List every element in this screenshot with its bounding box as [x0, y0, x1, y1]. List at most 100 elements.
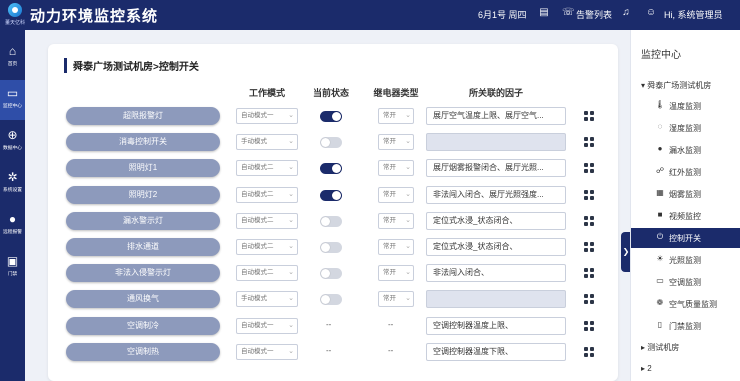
nav-item-data[interactable]: ⊕ 数据中心 [0, 122, 25, 162]
switch-name-button[interactable]: 非法入侵警示灯 [66, 264, 220, 283]
mode-select[interactable]: 自动模式一 ⌄ [236, 343, 298, 360]
grid-menu-icon[interactable] [584, 320, 594, 331]
grid-menu-icon[interactable] [584, 111, 594, 121]
factor-field[interactable]: 空调控制器温度上限、 [426, 316, 566, 335]
factor-field[interactable]: 非法闯入闭合、 [426, 264, 566, 283]
user-icon[interactable]: ☺ [645, 7, 657, 19]
switch-name-button[interactable]: 消毒控制开关 [66, 133, 220, 152]
nav-item-monitor[interactable]: ▭ 监控中心 [0, 80, 25, 120]
chevron-down-icon: ⌄ [288, 216, 294, 224]
mode-select[interactable]: 自动模式二 ⌄ [236, 239, 298, 255]
tree-item[interactable]: ● 漏水监测 [631, 140, 740, 160]
tree-item[interactable]: ⏻ 控制开关 [631, 228, 740, 248]
state-toggle[interactable] [320, 268, 342, 280]
site-label: 2 [647, 364, 652, 373]
tree-item[interactable]: ❁ 空气质量监测 [631, 294, 740, 314]
mode-select[interactable]: 自动模式二 ⌄ [236, 265, 298, 282]
mode-select[interactable]: 手动模式 ⌄ [236, 134, 298, 151]
mode-select[interactable]: 自动模式二 ⌄ [236, 212, 298, 229]
mode-select[interactable]: 自动模式一 ⌄ [236, 317, 298, 334]
switch-name-button[interactable]: 漏水警示灯 [66, 211, 220, 230]
tree-item[interactable]: ▯ 门禁监测 [631, 316, 740, 336]
relay-select[interactable]: 常开 ⌄ [378, 108, 414, 124]
alarm-list-link[interactable]: 告警列表 [576, 8, 612, 21]
tree-item[interactable]: ▦ 烟雾监测 [631, 184, 740, 204]
door-icon: ▣ [6, 254, 19, 268]
switch-name-button[interactable]: 空调制热 [66, 342, 220, 361]
mode-select[interactable]: 自动模式二 ⌄ [236, 186, 298, 203]
grid-menu-icon[interactable] [584, 242, 594, 252]
factor-field[interactable]: 空调控制器温度下限、 [426, 342, 566, 361]
factor-field[interactable]: 展厅空气温度上限、展厅空气... [426, 107, 566, 125]
mode-value: 自动模式二 [241, 269, 274, 277]
tree-item[interactable]: ☀ 光照监测 [631, 250, 740, 270]
switch-name-button[interactable]: 超限报警灯 [66, 107, 220, 125]
relay-select[interactable]: 常开 ⌄ [378, 212, 414, 229]
relay-select[interactable]: 常开 ⌄ [378, 291, 414, 308]
nav-item-settings[interactable]: ✲ 系统设置 [0, 164, 25, 204]
switch-name-button[interactable]: 排水通道 [66, 238, 220, 256]
tree-item[interactable]: ■ 视频监控 [631, 206, 740, 226]
panel-title: 监控中心 [641, 50, 681, 61]
mode-select[interactable]: 手动模式 ⌄ [236, 291, 298, 308]
grid-menu-icon[interactable] [584, 268, 594, 279]
state-toggle[interactable] [320, 189, 342, 201]
tree-item[interactable]: ▭ 空调监测 [631, 272, 740, 292]
mode-select[interactable]: 自动模式二 ⌄ [236, 160, 298, 177]
relay-value: 常开 [383, 112, 396, 119]
relay-select[interactable]: 常开 ⌄ [378, 134, 414, 151]
factor-field[interactable]: 定位式水浸_状态闭合、 [426, 238, 566, 256]
factor-field[interactable] [426, 290, 566, 309]
message-icon[interactable]: ▤ [538, 7, 550, 19]
grid-menu-icon[interactable] [584, 189, 594, 200]
tree-node-2[interactable]: ▸ 2 [641, 364, 652, 373]
state-toggle[interactable] [320, 242, 342, 253]
relay-select[interactable]: 常开 ⌄ [378, 186, 414, 203]
switch-name-button[interactable]: 空调制冷 [66, 316, 220, 335]
tree-node-site[interactable]: ▾ 舜泰广场测试机房 [641, 80, 711, 91]
tree-item-label: 湿度监测 [669, 124, 701, 133]
nav-item-door[interactable]: ▣ 门禁 [0, 248, 25, 288]
factor-field[interactable]: 展厅烟雾报警闭合、展厅光照... [426, 159, 566, 178]
relay-select[interactable]: 常开 ⌄ [378, 239, 414, 255]
breadcrumb: 舜泰广场测试机房>控制开关 [64, 58, 199, 73]
mute-icon[interactable]: ♫ [620, 7, 632, 19]
switch-name-button[interactable]: 照明灯2 [66, 185, 220, 204]
grid-menu-icon[interactable] [584, 346, 594, 357]
data-icon: ⊕ [7, 128, 18, 142]
grid-menu-icon[interactable] [584, 163, 594, 174]
switch-name-button[interactable]: 通风换气 [66, 290, 220, 309]
grid-menu-icon[interactable] [584, 294, 594, 305]
factor-field[interactable] [426, 133, 566, 152]
state-toggle[interactable] [320, 137, 342, 149]
relay-select[interactable]: 常开 ⌄ [378, 160, 414, 177]
nav-label: 远程报警 [2, 229, 22, 235]
nav-item-home[interactable]: ⌂ 首页 [0, 38, 25, 78]
tree-item[interactable]: ◌ 湿度监测 [631, 118, 740, 138]
factor-field[interactable]: 非法闯入闭合、展厅光照强度... [426, 185, 566, 204]
chevron-down-icon: ⌄ [405, 164, 411, 172]
relay-select[interactable]: 常开 ⌄ [378, 265, 414, 282]
state-toggle[interactable] [320, 111, 342, 122]
toggle-knob [321, 138, 330, 148]
nav-item-remote-alarm[interactable]: ● 远程报警 [0, 206, 25, 246]
mode-value: 自动模式二 [241, 164, 274, 172]
mode-value: 自动模式一 [241, 112, 274, 119]
tree-node-test-room[interactable]: ▸ 测试机房 [641, 342, 679, 353]
state-toggle[interactable] [320, 294, 342, 306]
state-toggle[interactable] [320, 163, 342, 175]
alarm-list-icon[interactable]: ☏ [562, 7, 575, 19]
camera-icon: ■ [657, 210, 663, 219]
tree-item[interactable]: 🌡 温度监测 [631, 96, 740, 116]
state-toggle[interactable] [320, 215, 342, 227]
grid-menu-icon[interactable] [584, 215, 594, 226]
user-greeting[interactable]: Hi, 系统管理员 [664, 8, 723, 21]
tree-item[interactable]: ☍ 红外监测 [631, 162, 740, 182]
switch-name-button[interactable]: 照明灯1 [66, 159, 220, 178]
mode-select[interactable]: 自动模式一 ⌄ [236, 108, 298, 124]
ac-icon: ▭ [656, 276, 664, 285]
factor-field[interactable]: 定位式水浸_状态闭合、 [426, 211, 566, 230]
relay-value: 常开 [383, 269, 396, 277]
relay-empty: -- [388, 319, 394, 329]
grid-menu-icon[interactable] [584, 137, 594, 148]
